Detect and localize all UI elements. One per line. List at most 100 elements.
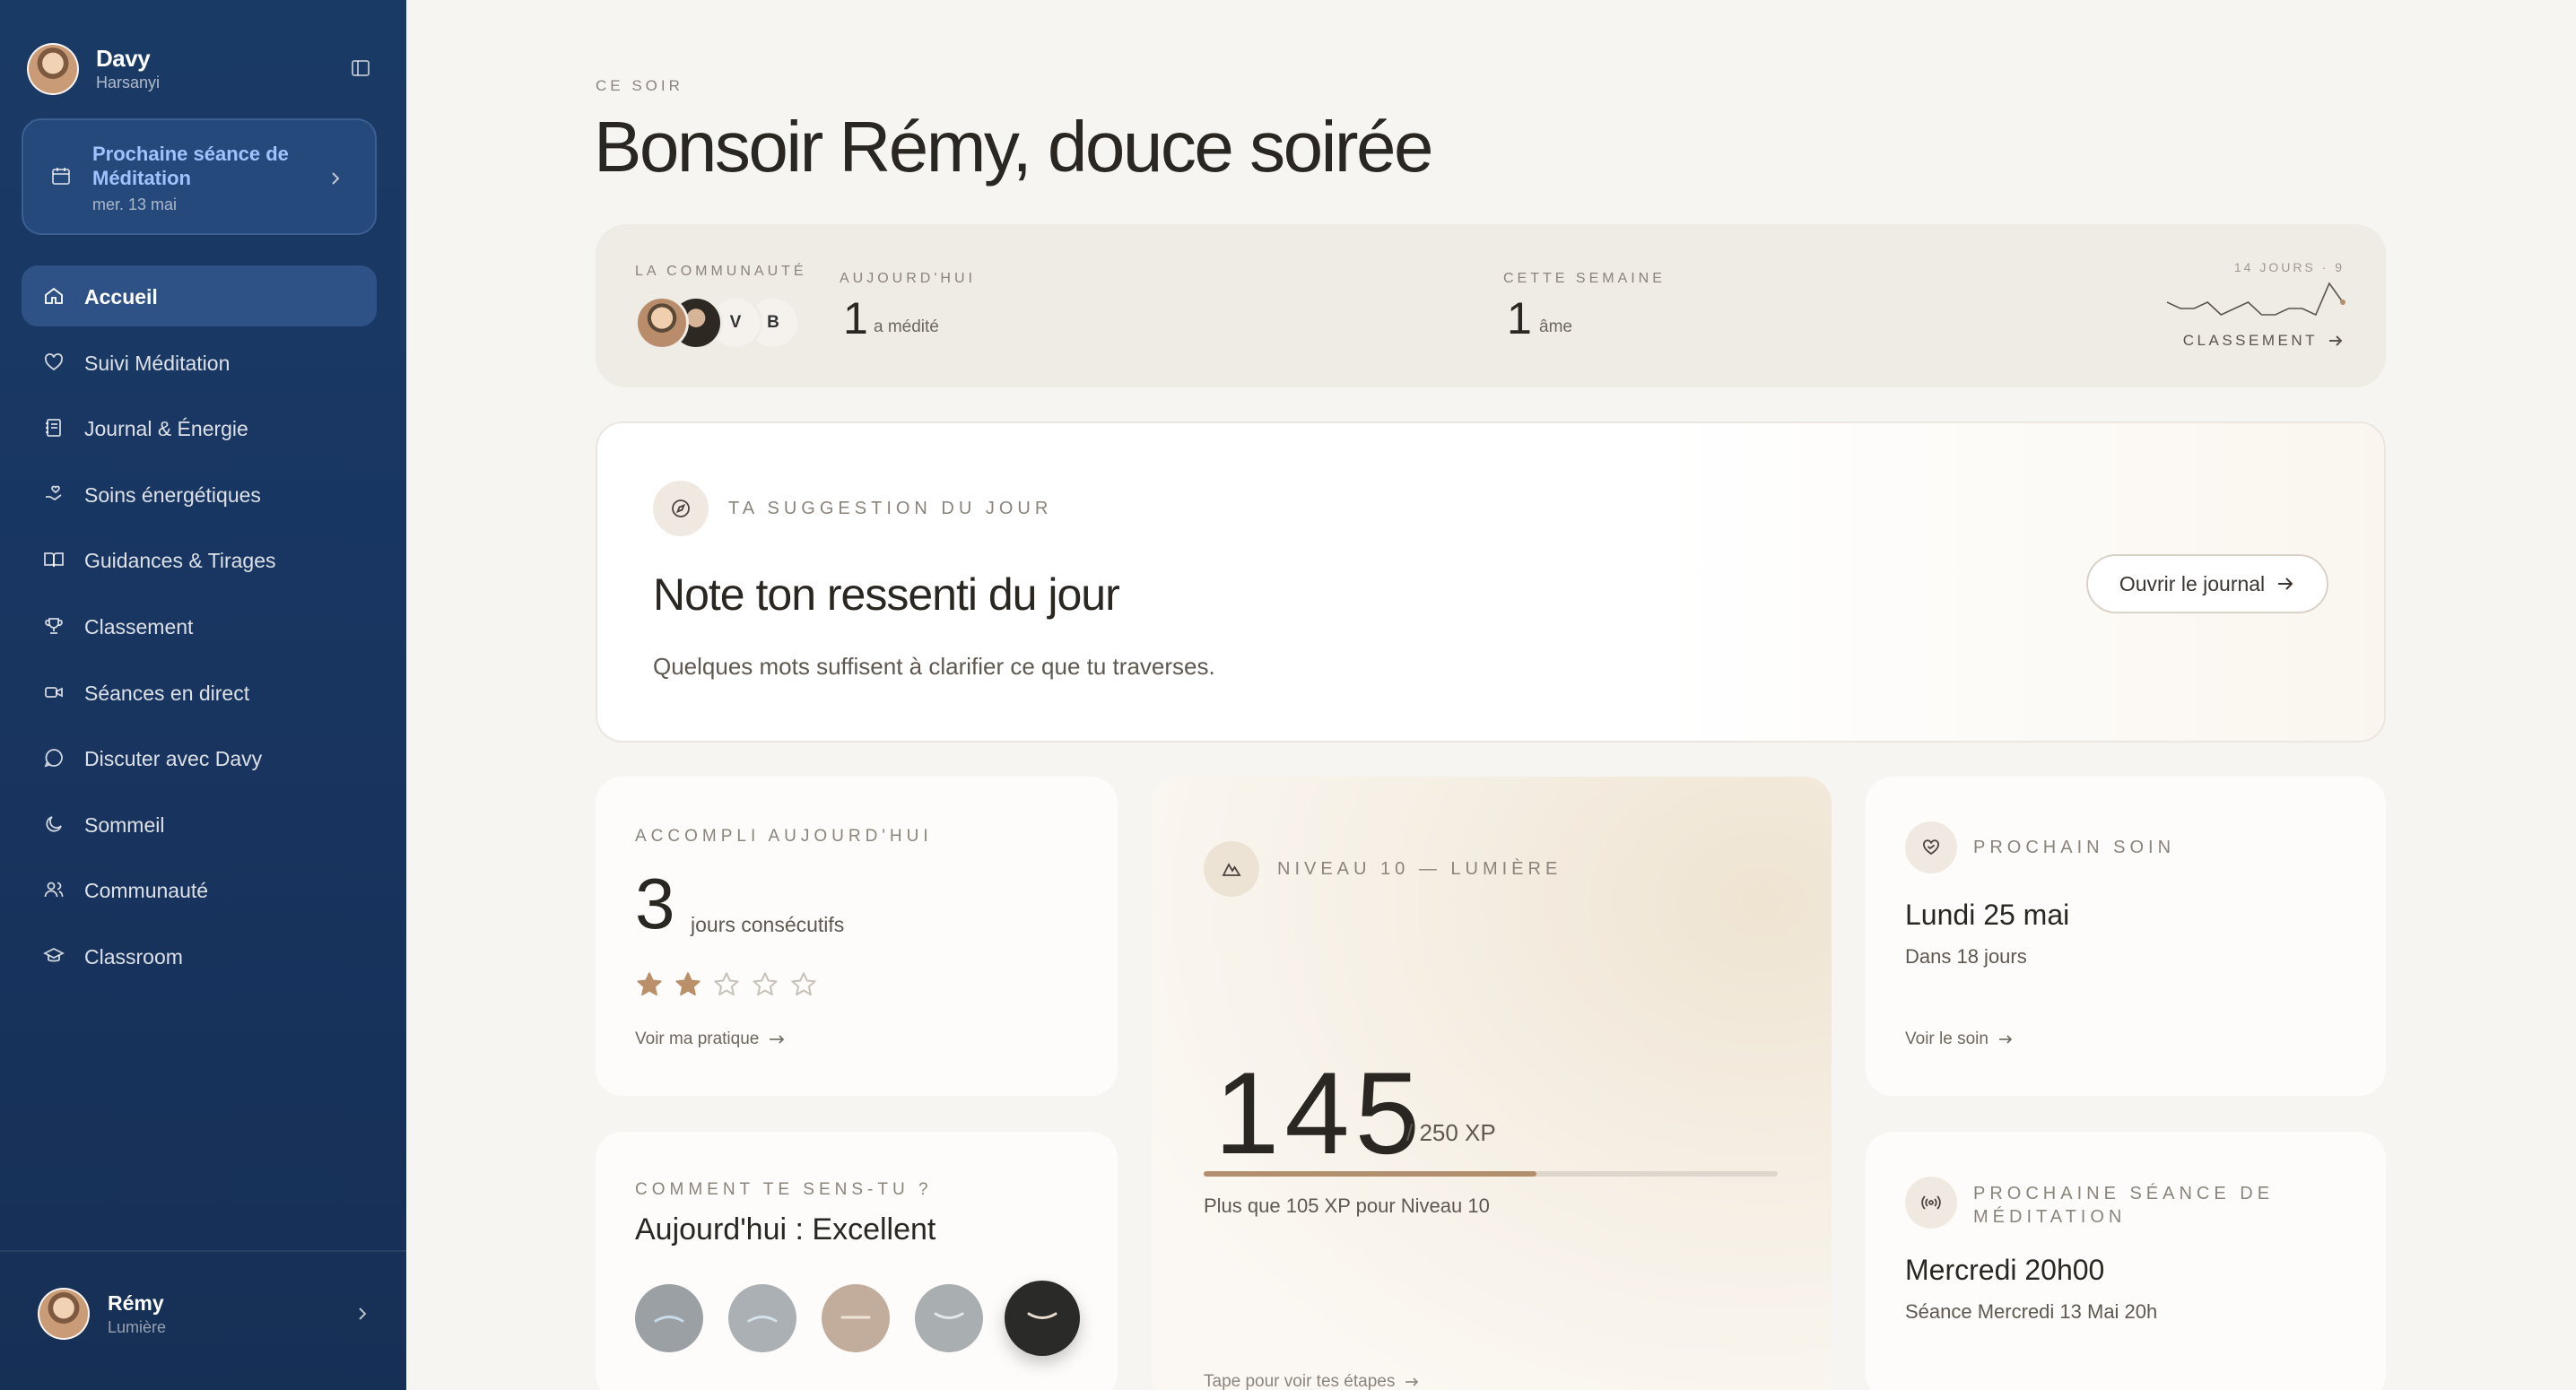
mood-option-4[interactable]	[915, 1284, 983, 1352]
mood-eyebrow: COMMENT TE SENS-TU ?	[635, 1180, 933, 1199]
page-title: Bonsoir Rémy, douce soirée	[594, 107, 1433, 187]
sidebar-item-seances-direct[interactable]: Séances en direct	[22, 662, 377, 723]
trophy-icon	[45, 618, 63, 634]
sidebar-divider	[0, 1250, 406, 1252]
next-meditation-detail: Séance Mercredi 13 Mai 20h	[1905, 1300, 2158, 1323]
sidebar-toggle-icon[interactable]	[350, 57, 371, 79]
arrow-right-icon	[1405, 1377, 1419, 1386]
sidebar-item-label: Séances en direct	[84, 681, 250, 705]
sidebar-item-label: Communauté	[84, 879, 209, 903]
user-avatar	[38, 1288, 90, 1340]
ranking-link[interactable]: CLASSEMENT	[2183, 332, 2345, 350]
sidebar-item-guidances[interactable]: Guidances & Tirages	[22, 529, 377, 590]
star-filled-icon	[637, 972, 662, 996]
suggestion-eyebrow: TA SUGGESTION DU JOUR	[728, 499, 1053, 518]
today-count: 1	[843, 293, 868, 343]
level-card[interactable]: NIVEAU 10 — LUMIÈRE 145 / 250 XP Plus qu…	[1152, 777, 1832, 1390]
moon-icon	[46, 815, 62, 832]
community-strip: LA COMMUNAUTÉ V B AUJOURD'HUI 1 a médité…	[596, 224, 2386, 387]
next-session-card[interactable]: Prochaine séance de Méditation mer. 13 m…	[22, 118, 377, 235]
sidebar-item-accueil[interactable]: Accueil	[22, 265, 377, 326]
mood-option-1[interactable]	[635, 1284, 703, 1352]
level-steps-link[interactable]: Tape pour voir tes étapes	[1204, 1372, 1420, 1390]
sparkline-last-point	[2340, 300, 2345, 305]
sidebar-item-label: Discuter avec Davy	[84, 747, 263, 771]
xp-progress-bar	[1204, 1171, 1778, 1177]
page-kicker: CE SOIR	[596, 77, 683, 94]
sidebar-item-label: Guidances & Tirages	[84, 549, 276, 573]
view-practice-label: Voir ma pratique	[635, 1029, 760, 1048]
user-account[interactable]: Rémy Lumière	[38, 1288, 370, 1342]
activity-sparkline	[2166, 282, 2345, 317]
streak-stars	[635, 970, 818, 999]
sidebar-item-journal[interactable]: Journal & Énergie	[22, 397, 377, 458]
coach-profile[interactable]: Davy Harsanyi	[27, 41, 382, 95]
mood-smile-icon	[934, 1312, 964, 1319]
sidebar-item-label: Suivi Méditation	[84, 351, 231, 375]
heart-icon	[45, 352, 63, 370]
next-session-date: mer. 13 mai	[92, 195, 178, 213]
view-practice-link[interactable]: Voir ma pratique	[635, 1029, 786, 1049]
open-journal-button[interactable]: Ouvrir le journal	[2086, 554, 2328, 613]
broadcast-icon	[1921, 1195, 1941, 1210]
level-eyebrow: NIVEAU 10 — LUMIÈRE	[1277, 859, 1562, 879]
chat-icon	[44, 749, 63, 768]
calendar-icon	[52, 168, 70, 185]
coach-name: Davy	[96, 45, 151, 72]
star-empty-icon	[791, 972, 816, 996]
graduation-cap-icon	[43, 947, 65, 962]
view-care-link[interactable]: Voir le soin	[1905, 1029, 2014, 1049]
today-label: AUJOURD'HUI	[840, 271, 976, 286]
sparkline-label: 14 JOURS · 9	[2233, 260, 2345, 274]
notebook-icon	[46, 419, 61, 438]
mountain-icon	[1222, 863, 1241, 876]
arrow-right-icon	[2329, 335, 2343, 346]
arrow-right-icon	[1998, 1035, 2013, 1044]
week-unit: âme	[1539, 317, 1572, 336]
today-unit: a médité	[874, 317, 939, 336]
star-empty-icon	[753, 972, 778, 996]
chevron-right-icon	[359, 1307, 367, 1320]
mood-smile-icon	[1027, 1312, 1057, 1319]
sidebar-item-communaute[interactable]: Communauté	[22, 859, 377, 920]
users-icon	[44, 882, 64, 898]
sidebar-item-classement[interactable]: Classement	[22, 595, 377, 656]
sidebar-item-label: Journal & Énergie	[84, 417, 248, 441]
streak-count: 3	[635, 864, 675, 943]
streak-eyebrow: ACCOMPLI AUJOURD'HUI	[635, 827, 933, 846]
arrow-right-icon	[2278, 578, 2293, 590]
sidebar-item-discuter[interactable]: Discuter avec Davy	[22, 727, 377, 788]
suggestion-icon-wrap	[653, 481, 709, 536]
sidebar-item-label: Classement	[84, 614, 194, 639]
sidebar-item-classroom[interactable]: Classroom	[22, 925, 377, 986]
mood-option-2[interactable]	[728, 1284, 796, 1352]
xp-value: 145	[1214, 1047, 1425, 1178]
hand-heart-icon	[46, 485, 62, 500]
star-empty-icon	[714, 972, 739, 996]
next-meditation-card[interactable]: PROCHAINE SÉANCE DE MÉDITATION Mercredi …	[1866, 1132, 2386, 1390]
xp-max: / 250 XP	[1406, 1119, 1496, 1146]
chevron-right-icon	[332, 172, 340, 185]
view-care-label: Voir le soin	[1905, 1029, 1989, 1048]
next-session-title: Prochaine séance de Méditation	[92, 143, 289, 189]
sidebar-item-soins[interactable]: Soins énergétiques	[22, 464, 377, 525]
sidebar: Davy Harsanyi Prochaine séance de Médita…	[0, 0, 406, 1390]
care-icon-wrap	[1905, 821, 1957, 873]
next-care-date: Lundi 25 mai	[1905, 899, 2070, 931]
week-label: CETTE SEMAINE	[1503, 271, 1666, 286]
sidebar-item-sommeil[interactable]: Sommeil	[22, 794, 377, 855]
community-avatars[interactable]: V B	[635, 296, 800, 352]
coach-avatar	[27, 43, 79, 95]
sidebar-item-suivi-meditation[interactable]: Suivi Méditation	[22, 332, 377, 393]
mood-option-5[interactable]	[1005, 1281, 1080, 1356]
week-count: 1	[1507, 293, 1532, 343]
sidebar-item-label: Sommeil	[84, 812, 165, 837]
user-name: Rémy	[108, 1291, 164, 1315]
meditation-icon-wrap	[1905, 1177, 1957, 1229]
next-meditation-eyebrow: PROCHAINE SÉANCE DE MÉDITATION	[1973, 1184, 2275, 1227]
mood-option-3[interactable]	[822, 1284, 890, 1352]
book-icon	[44, 552, 64, 568]
suggestion-description: Quelques mots suffisent à clarifier ce q…	[653, 653, 1215, 680]
sparkline-path	[2166, 282, 2344, 317]
level-steps-label: Tape pour voir tes étapes	[1204, 1372, 1396, 1390]
